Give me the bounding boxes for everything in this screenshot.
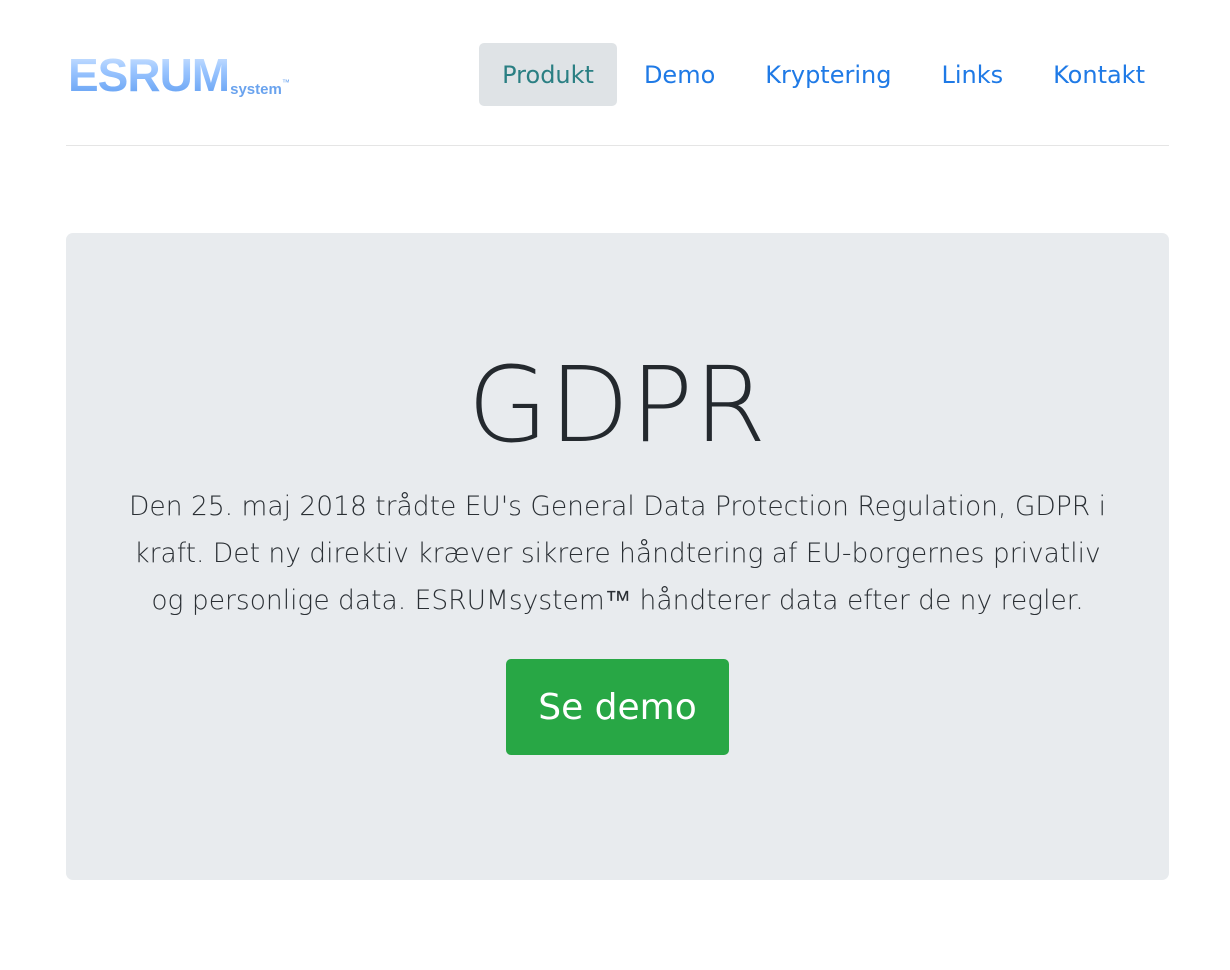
- hero-jumbotron: GDPR Den 25. maj 2018 trådte EU's Genera…: [66, 233, 1169, 880]
- nav-item-kontakt[interactable]: Kontakt: [1030, 43, 1168, 106]
- brand-logo-main: ESRUM: [68, 49, 230, 101]
- main-nav: Produkt Demo Kryptering Links Kontakt: [479, 43, 1168, 106]
- see-demo-button[interactable]: Se demo: [506, 659, 729, 755]
- hero-description: Den 25. maj 2018 trådte EU's General Dat…: [129, 491, 1106, 616]
- brand-logo-tm: ™: [281, 78, 290, 87]
- brand-logo-sub: system: [230, 81, 282, 98]
- site-header: ESRUM system ™ Produkt Demo Kryptering L…: [66, 0, 1169, 146]
- nav-item-kryptering[interactable]: Kryptering: [742, 43, 914, 106]
- brand-logo[interactable]: ESRUM system ™: [68, 50, 290, 100]
- nav-item-produkt[interactable]: Produkt: [479, 43, 617, 106]
- hero-title: GDPR: [467, 344, 768, 466]
- nav-item-links[interactable]: Links: [918, 43, 1026, 106]
- nav-item-demo[interactable]: Demo: [621, 43, 738, 106]
